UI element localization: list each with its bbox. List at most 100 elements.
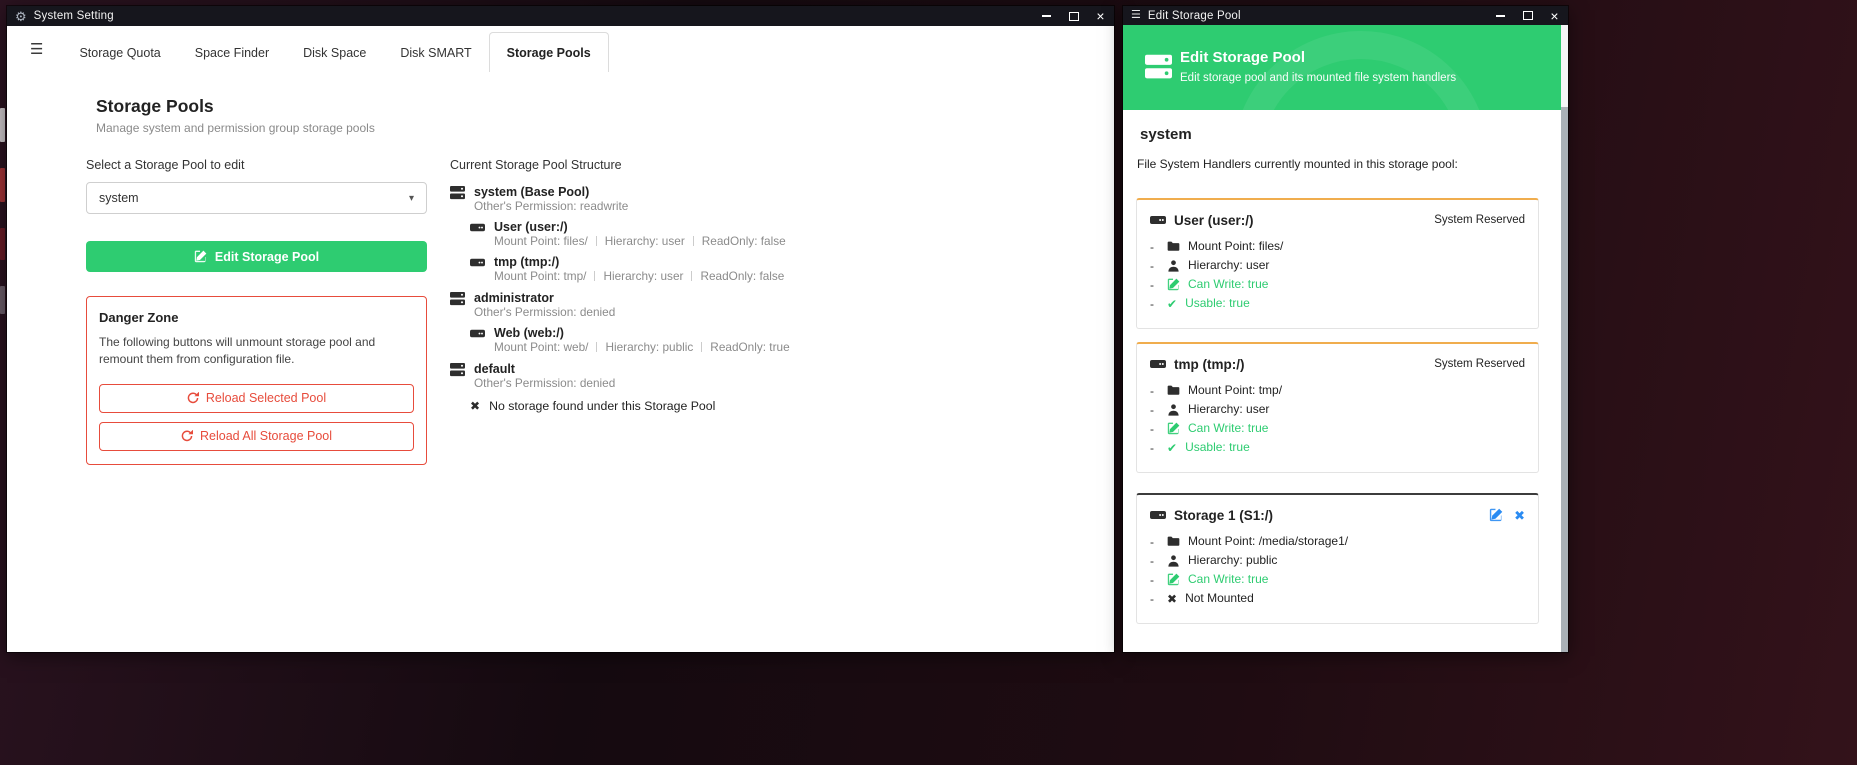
menu-icon[interactable]: ☰ xyxy=(11,40,62,58)
server-icon xyxy=(450,362,465,377)
pool-permission: Other's Permission: denied xyxy=(474,376,615,390)
desktop-icon-fragment xyxy=(0,286,5,314)
edit-icon xyxy=(1167,278,1180,291)
check-icon: ✔ xyxy=(1167,298,1177,310)
handler-name: Storage 1 (S1:/) xyxy=(1174,508,1481,523)
pool-item-administrator: administrator Other's Permission: denied… xyxy=(450,291,790,354)
reload-all-pool-button[interactable]: Reload All Storage Pool xyxy=(99,422,414,451)
storage-name: Web (web:/) xyxy=(494,326,790,340)
hdd-icon xyxy=(1150,356,1166,372)
server-icon xyxy=(1145,53,1172,80)
x-icon: ✖ xyxy=(470,399,480,414)
storage-name: tmp (tmp:/) xyxy=(494,255,784,269)
handlers-label: File System Handlers currently mounted i… xyxy=(1137,157,1458,171)
pool-name: system (Base Pool) xyxy=(474,185,628,199)
hdd-icon xyxy=(1150,212,1166,228)
user-icon xyxy=(1167,403,1180,416)
current-pool-name: system xyxy=(1140,126,1192,143)
menu-icon: ☰ xyxy=(1131,10,1141,21)
minimize-button[interactable] xyxy=(1033,6,1060,26)
handler-row: Hierarchy: user xyxy=(1150,256,1525,275)
handler-name: tmp (tmp:/) xyxy=(1174,357,1426,372)
folder-icon xyxy=(1167,384,1180,397)
window-title: System Setting xyxy=(34,10,114,22)
pool-item-default: default Other's Permission: denied ✖ No … xyxy=(450,362,790,414)
edit-handler-icon[interactable] xyxy=(1489,508,1503,522)
storage-item: User (user:/) Mount Point: files/Hierarc… xyxy=(470,220,790,248)
storage-item: tmp (tmp:/) Mount Point: tmp/Hierarchy: … xyxy=(470,255,790,283)
storage-name: User (user:/) xyxy=(494,220,786,234)
refresh-icon xyxy=(181,430,193,442)
pool-item-system: system (Base Pool) Other's Permission: r… xyxy=(450,185,790,283)
storage-props: Mount Point: files/Hierarchy: userReadOn… xyxy=(494,234,786,248)
user-icon xyxy=(1167,259,1180,272)
close-button[interactable]: × xyxy=(1541,6,1568,26)
banner-subtitle: Edit storage pool and its mounted file s… xyxy=(1180,72,1456,84)
danger-zone-title: Danger Zone xyxy=(99,310,414,325)
select-pool-label: Select a Storage Pool to edit xyxy=(86,158,427,172)
desktop-icon-fragment xyxy=(0,168,5,202)
handler-card-tmp: tmp (tmp:/) System Reserved Mount Point:… xyxy=(1136,342,1539,473)
tab-bar: ☰ Storage Quota Space Finder Disk Space … xyxy=(7,26,1114,73)
pool-permission: Other's Permission: denied xyxy=(474,305,615,319)
edit-icon xyxy=(1167,422,1180,435)
pool-name: administrator xyxy=(474,291,615,305)
hdd-icon xyxy=(470,220,485,235)
structure-heading: Current Storage Pool Structure xyxy=(450,158,790,172)
system-reserved-badge: System Reserved xyxy=(1434,358,1525,370)
tab-disk-smart[interactable]: Disk SMART xyxy=(383,33,488,72)
handler-row: ✔ Usable: true xyxy=(1150,294,1525,313)
close-button[interactable]: × xyxy=(1087,6,1114,26)
handler-row: ✔ Usable: true xyxy=(1150,438,1525,457)
handler-card-storage1: Storage 1 (S1:/) ✖ Mount Point: /media/s… xyxy=(1136,493,1539,624)
banner-title: Edit Storage Pool xyxy=(1180,49,1305,66)
handler-row: Mount Point: /media/storage1/ xyxy=(1150,532,1525,551)
handler-row: Hierarchy: public xyxy=(1150,551,1525,570)
refresh-icon xyxy=(187,392,199,404)
unmount-handler-icon[interactable]: ✖ xyxy=(1514,509,1525,522)
tab-storage-pools[interactable]: Storage Pools xyxy=(489,32,609,73)
edit-storage-pool-window: ☰ Edit Storage Pool × Edit Storage Pool … xyxy=(1123,6,1568,652)
handler-row: Mount Point: tmp/ xyxy=(1150,381,1525,400)
desktop-icon-fragment xyxy=(0,228,5,260)
tab-storage-quota[interactable]: Storage Quota xyxy=(62,33,177,72)
handler-row: Can Write: true xyxy=(1150,570,1525,589)
handler-row: Mount Point: files/ xyxy=(1150,237,1525,256)
minimize-button[interactable] xyxy=(1487,6,1514,26)
empty-pool-row: ✖ No storage found under this Storage Po… xyxy=(470,399,790,414)
reload-selected-label: Reload Selected Pool xyxy=(206,391,326,405)
system-setting-window: ⚙ System Setting × ☰ Storage Quota Space… xyxy=(7,6,1114,652)
hdd-icon xyxy=(470,255,485,270)
x-icon: ✖ xyxy=(1167,593,1177,605)
system-setting-titlebar[interactable]: ⚙ System Setting × xyxy=(7,6,1114,26)
server-icon xyxy=(450,185,465,200)
tab-disk-space[interactable]: Disk Space xyxy=(286,33,383,72)
maximize-button[interactable] xyxy=(1514,6,1541,26)
tab-space-finder[interactable]: Space Finder xyxy=(178,33,286,72)
reload-all-label: Reload All Storage Pool xyxy=(200,429,332,443)
edit-icon xyxy=(1167,573,1180,586)
maximize-button[interactable] xyxy=(1060,6,1087,26)
handler-card-user: User (user:/) System Reserved Mount Poin… xyxy=(1136,198,1539,329)
scrollbar-thumb[interactable] xyxy=(1561,25,1568,107)
edit-storage-pool-titlebar[interactable]: ☰ Edit Storage Pool × xyxy=(1123,6,1568,25)
storage-pool-tree: system (Base Pool) Other's Permission: r… xyxy=(450,185,790,414)
chevron-down-icon: ▾ xyxy=(409,193,414,204)
pool-permission: Other's Permission: readwrite xyxy=(474,199,628,213)
handler-row: Hierarchy: user xyxy=(1150,400,1525,419)
handler-row: ✖ Not Mounted xyxy=(1150,589,1525,608)
edit-button-label: Edit Storage Pool xyxy=(215,250,319,264)
user-icon xyxy=(1167,554,1180,567)
storage-props: Mount Point: tmp/Hierarchy: userReadOnly… xyxy=(494,269,784,283)
pool-name: default xyxy=(474,362,615,376)
server-icon xyxy=(450,291,465,306)
selected-pool-value: system xyxy=(99,191,139,205)
scrollbar[interactable] xyxy=(1561,25,1568,652)
edit-storage-pool-button[interactable]: Edit Storage Pool xyxy=(86,241,427,272)
hdd-icon xyxy=(1150,507,1166,523)
check-icon: ✔ xyxy=(1167,442,1177,454)
reload-selected-pool-button[interactable]: Reload Selected Pool xyxy=(99,384,414,413)
gear-icon: ⚙ xyxy=(15,10,27,23)
handler-row: Can Write: true xyxy=(1150,419,1525,438)
storage-pool-select[interactable]: system ▾ xyxy=(86,182,427,214)
